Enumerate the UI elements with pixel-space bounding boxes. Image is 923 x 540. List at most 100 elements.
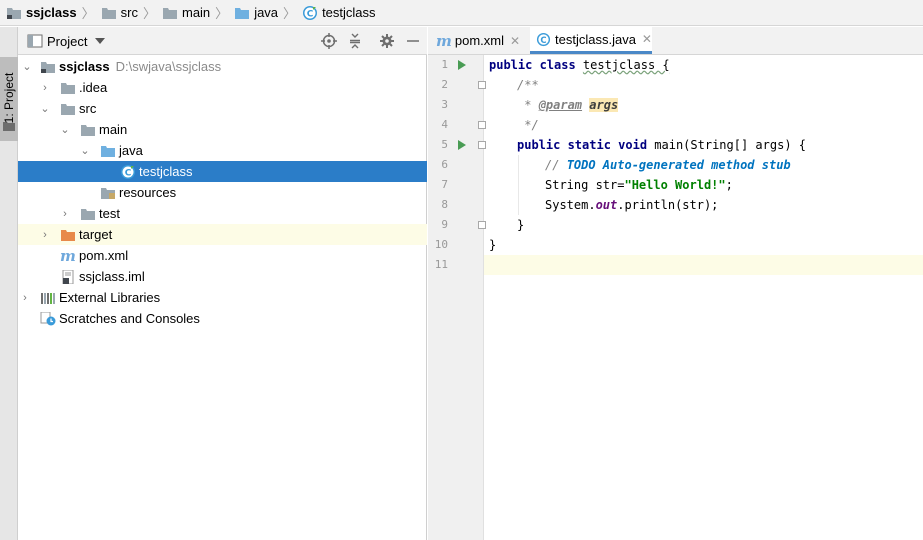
java-class-icon: C [121,164,135,179]
line-number: 7 [441,178,448,191]
code-line-2: /** [517,78,539,92]
locate-icon[interactable] [321,33,337,49]
run-class-icon[interactable] [458,60,466,70]
breadcrumb-item-src[interactable]: src [101,5,138,20]
tab-testjclass-java[interactable]: C testjclass.java ✕ [530,27,652,54]
tree-item-label: ssjclass D:\swjava\ssjclass [59,59,221,74]
iml-file-icon [62,269,74,284]
tree-item-label: testjclass [139,164,193,179]
breadcrumb-label: src [120,5,138,20]
maven-icon: m [60,246,76,265]
line-number: 3 [441,98,448,111]
chevron-right-icon: 〉 [142,6,156,21]
code-line-9: } [517,218,525,232]
folder-icon [81,208,95,220]
breadcrumb-item-java[interactable]: java [234,5,278,20]
chevron-right-icon[interactable]: › [20,292,30,303]
chevron-right-icon[interactable]: › [40,229,50,240]
run-method-icon[interactable] [458,140,466,150]
tree-item-resources[interactable]: resources [18,182,427,203]
minimize-icon[interactable] [405,33,421,49]
project-view-icon [27,34,43,48]
chevron-down-icon[interactable]: ⌄ [80,145,90,156]
line-number: 8 [441,198,448,211]
breadcrumb-item-project[interactable]: ssjclass [6,5,77,20]
project-folder-icon [41,61,55,73]
maven-icon: m [436,31,452,50]
code-editor: m pom.xml ✕ C testjclass.java ✕ 1 2 3 4 … [428,27,923,540]
code-token: public static void [517,138,655,152]
tree-item-target[interactable]: › target [18,224,427,245]
project-name: ssjclass [59,59,110,74]
chevron-down-icon[interactable]: ⌄ [22,61,32,72]
tree-item-scratches[interactable]: Scratches and Consoles [18,308,427,329]
chevron-right-icon: 〉 [283,6,297,21]
code-token: System. [545,198,596,212]
line-number: 4 [441,118,448,131]
code-line-1: public class testjclass { [489,55,923,75]
folder-icon [162,7,177,19]
tree-item-pom-xml[interactable]: m pom.xml [18,245,427,266]
code-token: .println(str); [617,198,719,212]
line-number: 5 [441,138,448,151]
tree-item-label: src [79,101,97,116]
tree-item-ssjclass[interactable]: ⌄ ssjclass D:\swjava\ssjclass [18,56,427,77]
line-number: 11 [434,258,448,271]
chevron-right-icon[interactable]: › [60,208,70,219]
java-class-icon: C [536,32,551,46]
breadcrumb-item-testjclass[interactable]: C testjclass [302,5,376,21]
code-token: // [545,158,567,172]
tree-item-main[interactable]: ⌄ main [18,119,427,140]
close-icon[interactable]: ✕ [510,34,520,48]
tree-item-src[interactable]: ⌄ src [18,98,427,119]
code-token: ; [725,178,733,192]
code-token: String str= [545,178,625,192]
code-line-10: } [489,238,497,252]
chevron-down-icon[interactable]: ⌄ [60,124,70,135]
project-folder-icon [7,7,21,19]
tree-item-iml[interactable]: ssjclass.iml [18,266,427,287]
code-line-6: // TODO Auto-generated method stub [545,155,923,175]
code-line-11-current [484,255,923,275]
svg-text:C: C [125,168,132,178]
project-path: D:\swjava\ssjclass [115,59,222,74]
breadcrumb-label: java [254,5,279,20]
libraries-icon [41,292,55,304]
tree-item-idea[interactable]: › .idea [18,77,427,98]
chevron-down-icon[interactable]: ⌄ [40,103,50,114]
source-folder-icon [235,7,250,19]
code-line-7: String str="Hello World!"; [545,175,923,195]
project-panel-title[interactable]: Project [47,34,87,49]
folder-icon [101,7,116,19]
svg-text:C: C [307,9,314,19]
tab-label: testjclass.java [555,31,636,47]
tree-item-java[interactable]: ⌄ java [18,140,427,161]
line-number: 10 [434,238,448,251]
folder-icon [61,103,75,115]
chevron-down-icon[interactable] [95,38,105,44]
tree-item-testjclass[interactable]: C testjclass [18,161,427,182]
breadcrumb: ssjclass 〉 src 〉 main 〉 java 〉 C testjcl… [0,0,923,26]
collapse-all-icon[interactable] [347,33,363,49]
project-tool-tab[interactable]: 1: Project [0,57,18,141]
indent-guide [518,155,519,215]
code-area[interactable]: public class testjclass { /** * @param a… [484,55,923,540]
editor-tab-bar: m pom.xml ✕ C testjclass.java ✕ [428,27,923,55]
tree-item-external-libraries[interactable]: › External Libraries [18,287,427,308]
breadcrumb-label: testjclass [322,5,376,20]
project-panel: Project ⌄ ssjclass D:\swjava\ssjclass › .… [18,27,427,540]
resources-folder-icon [101,187,115,199]
chevron-right-icon[interactable]: › [40,82,50,93]
tab-pom-xml[interactable]: m pom.xml ✕ [436,27,530,54]
tree-item-label: .idea [79,80,108,95]
breadcrumb-item-main[interactable]: main [162,5,210,20]
java-class-icon: C [303,5,318,20]
tree-item-label: main [99,122,128,137]
tab-label: pom.xml [454,33,504,48]
code-token: public class [489,58,583,72]
gear-icon[interactable] [379,33,395,49]
close-icon[interactable]: ✕ [642,32,652,46]
code-token: args [589,98,619,112]
code-token: * [517,98,539,112]
tree-item-test[interactable]: › test [18,203,427,224]
